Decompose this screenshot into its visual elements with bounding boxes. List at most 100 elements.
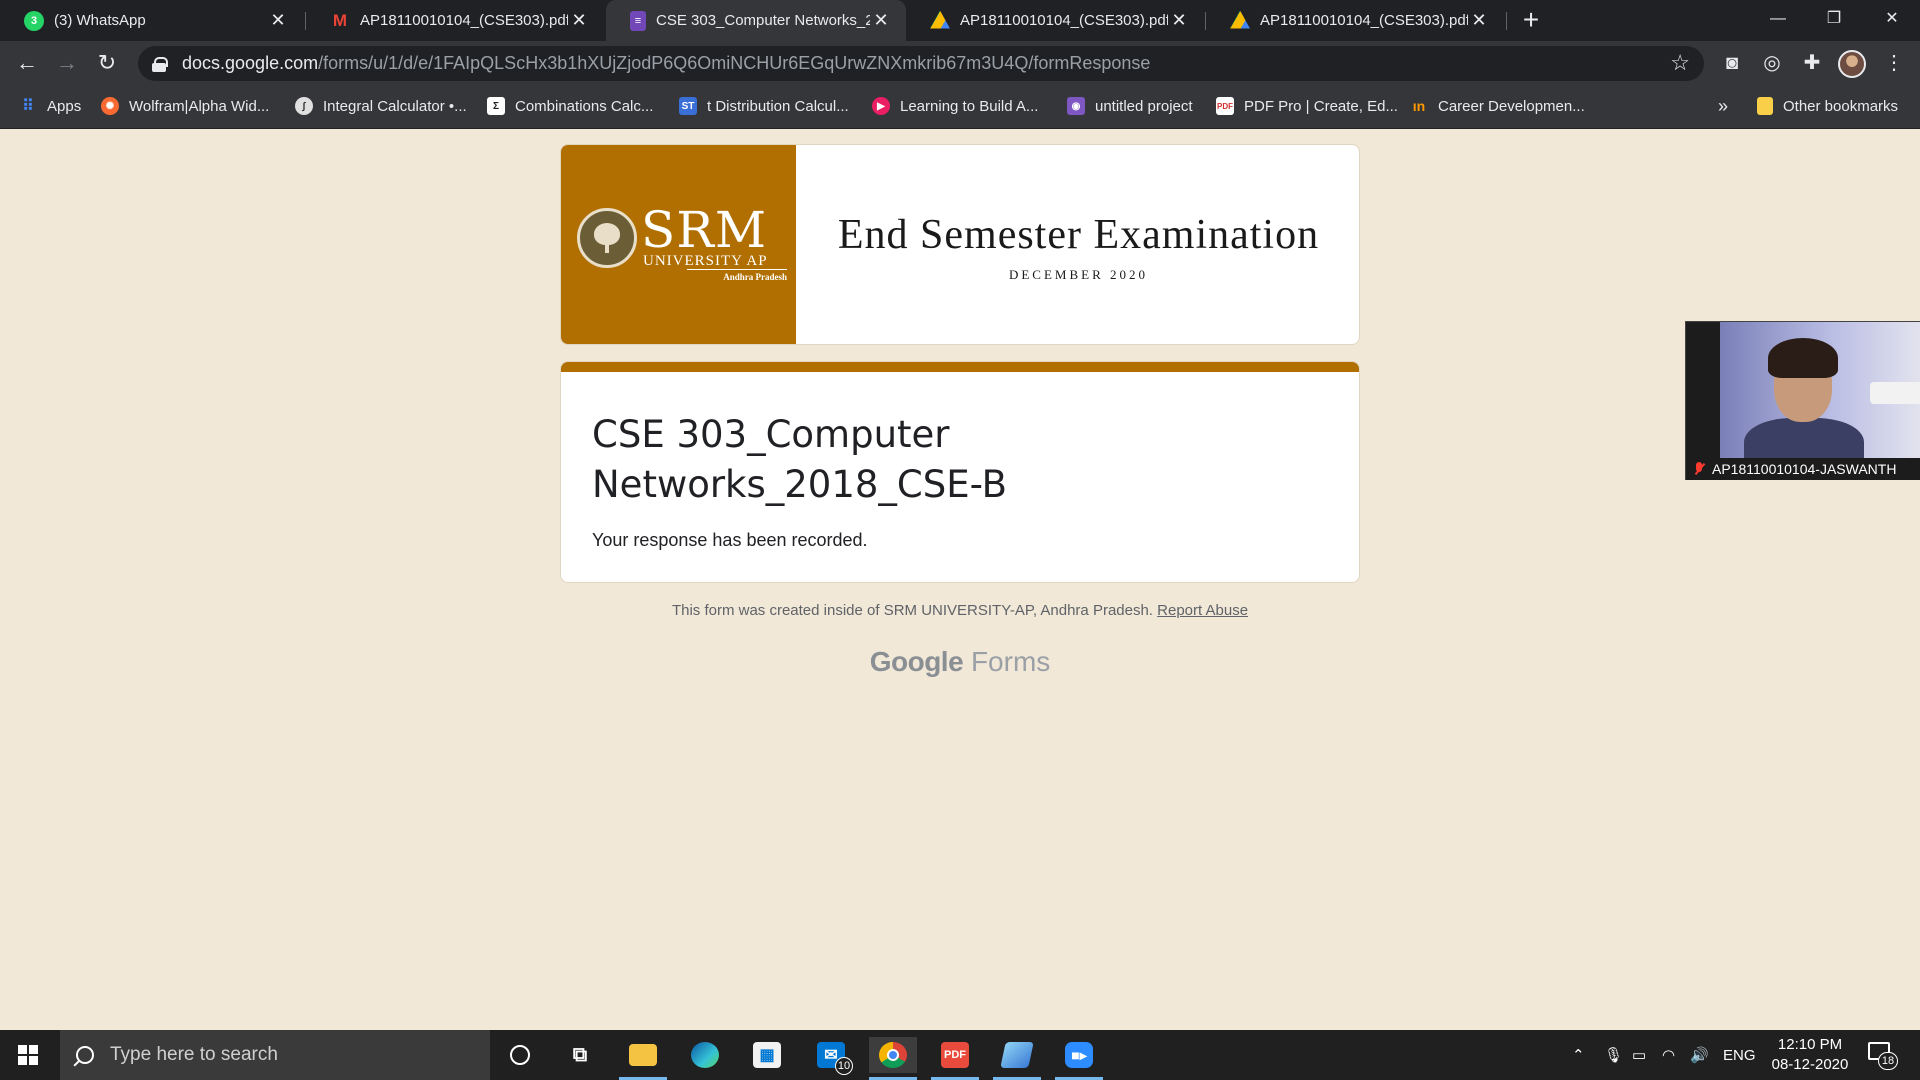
windows-taskbar: Type here to search ⧉ ▦ ✉ 10 PDF ■▸ ⌃ 🎙 … [0, 1030, 1920, 1080]
bookmark-label: Career Developmen... [1438, 97, 1585, 115]
bookmark-combinations[interactable]: Σ Combinations Calc... [487, 86, 653, 126]
stat-trek-icon: ST [679, 97, 697, 115]
battery-icon[interactable]: ▭ [1632, 1030, 1646, 1080]
taskbar-chrome[interactable] [869, 1037, 917, 1080]
close-icon[interactable]: ✕ [1468, 10, 1490, 31]
bookmark-pdf-pro[interactable]: PDF PDF Pro | Create, Ed... [1216, 86, 1398, 126]
footer-text: This form was created inside of SRM UNIV… [671, 602, 1153, 619]
new-tab-button[interactable]: + [1515, 4, 1547, 36]
restore-button[interactable]: ❐ [1806, 0, 1862, 41]
tab-title: CSE 303_Computer Networks_20 [656, 12, 870, 29]
video-call-thumbnail[interactable]: AP18110010104-JASWANTH [1685, 321, 1920, 480]
bookmark-integral-calculator[interactable]: ∫ Integral Calculator •... [295, 86, 467, 126]
tab-title: AP18110010104_(CSE303).pdf - G [960, 12, 1168, 29]
logo-region: Andhra Pradesh [687, 269, 787, 282]
clock-time: 12:10 PM [1777, 1036, 1843, 1053]
profile-avatar[interactable] [1838, 50, 1866, 78]
logo-wordmark: SRM [641, 201, 768, 259]
tab-title: (3) WhatsApp [54, 12, 146, 29]
tab-drive-pdf-2[interactable]: AP18110010104_(CSE303).pdf - G ✕ [1206, 0, 1504, 41]
wifi-icon[interactable]: ◠ [1662, 1030, 1675, 1080]
taskbar-mail[interactable]: ✉ 10 [807, 1037, 855, 1075]
bookmark-wolfram[interactable]: ✺ Wolfram|Alpha Wid... [101, 86, 269, 126]
close-icon[interactable]: ✕ [568, 10, 590, 31]
bookmark-t-distribution[interactable]: ST t Distribution Calcul... [679, 86, 849, 126]
bookmark-career[interactable]: ın Career Developmen... [1410, 86, 1585, 126]
taskbar-zoom[interactable]: ■▸ [1055, 1037, 1103, 1080]
action-center-button[interactable]: 18 [1868, 1042, 1898, 1070]
form-title: CSE 303_Computer Networks_2018_CSE-B [592, 413, 1008, 506]
menu-kebab-icon[interactable]: ⋮ [1880, 49, 1908, 77]
forward-button[interactable]: → [51, 47, 83, 79]
tab-gmail-pdf[interactable]: M AP18110010104_(CSE303).pdf - s ✕ [306, 0, 604, 41]
confirmation-card: CSE 303_Computer Networks_2018_CSE-B You… [560, 361, 1360, 583]
bookmark-apps[interactable]: ⠿ Apps [19, 86, 81, 126]
cortana-button[interactable] [496, 1037, 544, 1073]
bookmark-learning[interactable]: ▶ Learning to Build A... [872, 86, 1038, 126]
back-button[interactable]: ← [11, 47, 43, 79]
google-wordmark: Google [869, 646, 964, 677]
close-icon[interactable]: ✕ [870, 10, 892, 31]
close-icon[interactable]: ✕ [267, 10, 289, 31]
bookmark-label: Learning to Build A... [900, 97, 1039, 115]
camera-extension-icon[interactable]: ◙ [1718, 49, 1746, 77]
gmail-icon: M [332, 10, 348, 30]
folder-icon [1757, 97, 1773, 115]
tab-whatsapp[interactable]: 3 (3) WhatsApp ✕ [0, 0, 303, 41]
bookmark-other[interactable]: Other bookmarks [1757, 86, 1898, 126]
close-icon[interactable]: ✕ [1168, 10, 1190, 31]
clock[interactable]: 12:10 PM 08-12-2020 [1760, 1035, 1860, 1075]
taskbar-store[interactable]: ▦ [743, 1037, 791, 1073]
show-hidden-icons-button[interactable]: ⌃ [1572, 1030, 1585, 1080]
university-seal [577, 208, 637, 268]
report-abuse-link[interactable]: Report Abuse [1157, 602, 1248, 619]
taskbar-file-explorer[interactable] [619, 1037, 667, 1080]
taskbar-search-box[interactable]: Type here to search [60, 1030, 490, 1080]
volume-icon[interactable]: 🔊 [1690, 1030, 1709, 1080]
lock-icon[interactable] [152, 56, 168, 72]
bookmark-label: Other bookmarks [1783, 97, 1899, 115]
bookmark-label: Combinations Calc... [515, 97, 654, 115]
google-drive-icon [930, 10, 950, 29]
address-bar[interactable]: docs.google.com/forms/u/1/d/e/1FAIpQLScH… [138, 46, 1704, 81]
bookmark-untitled-project[interactable]: ◉ untitled project [1067, 86, 1193, 126]
minimize-button[interactable]: ― [1750, 0, 1806, 41]
bookmark-label: t Distribution Calcul... [707, 97, 849, 115]
participant-hair [1768, 338, 1838, 378]
url-path: /forms/u/1/d/e/1FAIpQLScHx3b1hXUjZjodP6Q… [318, 53, 1151, 73]
windows-start-icon[interactable] [18, 1045, 38, 1065]
task-view-button[interactable]: ⧉ [556, 1037, 604, 1073]
project-icon: ◉ [1067, 97, 1085, 115]
close-window-button[interactable]: ✕ [1864, 0, 1920, 41]
microphone-icon[interactable]: 🎙 [1604, 1030, 1623, 1080]
task-view-icon: ⧉ [572, 1043, 588, 1066]
google-drive-icon [1230, 10, 1250, 29]
taskbar-edge[interactable] [681, 1037, 729, 1073]
search-icon [76, 1046, 94, 1064]
bookmark-label: Wolfram|Alpha Wid... [129, 97, 270, 115]
integral-calculator-icon: ∫ [295, 97, 313, 115]
lightbulb-extension-icon[interactable]: ◎ [1758, 49, 1786, 77]
language-indicator[interactable]: ENG [1723, 1030, 1756, 1080]
participant-body [1744, 418, 1864, 458]
extensions-puzzle-icon[interactable]: ✚ [1798, 49, 1826, 77]
logo-subtitle: UNIVERSITY AP [643, 253, 768, 269]
clock-date: 08-12-2020 [1771, 1056, 1849, 1073]
bookmark-label: Apps [47, 97, 82, 115]
search-placeholder: Type here to search [110, 1044, 278, 1065]
pdf-pro-icon: PDF [1216, 97, 1234, 115]
taskbar-pdf-app[interactable]: PDF [931, 1037, 979, 1080]
whatsapp-icon: 3 [24, 10, 44, 31]
tab-drive-pdf-1[interactable]: AP18110010104_(CSE303).pdf - G ✕ [906, 0, 1204, 41]
edge-icon [691, 1042, 719, 1068]
google-forms-logo[interactable]: Google Forms [560, 646, 1360, 678]
forms-wordmark: Forms [970, 646, 1051, 677]
bookmarks-overflow-button[interactable]: » [1718, 86, 1728, 126]
tab-strip: 3 (3) WhatsApp ✕ M AP18110010104_(CSE303… [0, 0, 1920, 41]
bookmark-label: Integral Calculator •... [323, 97, 467, 115]
bookmark-star-icon[interactable]: ☆ [1670, 50, 1690, 76]
bookmark-label: PDF Pro | Create, Ed... [1244, 97, 1398, 115]
tab-google-form[interactable]: ≡ CSE 303_Computer Networks_20 ✕ [606, 0, 906, 41]
reload-button[interactable]: ↻ [91, 47, 123, 79]
taskbar-notepad[interactable] [993, 1037, 1041, 1080]
